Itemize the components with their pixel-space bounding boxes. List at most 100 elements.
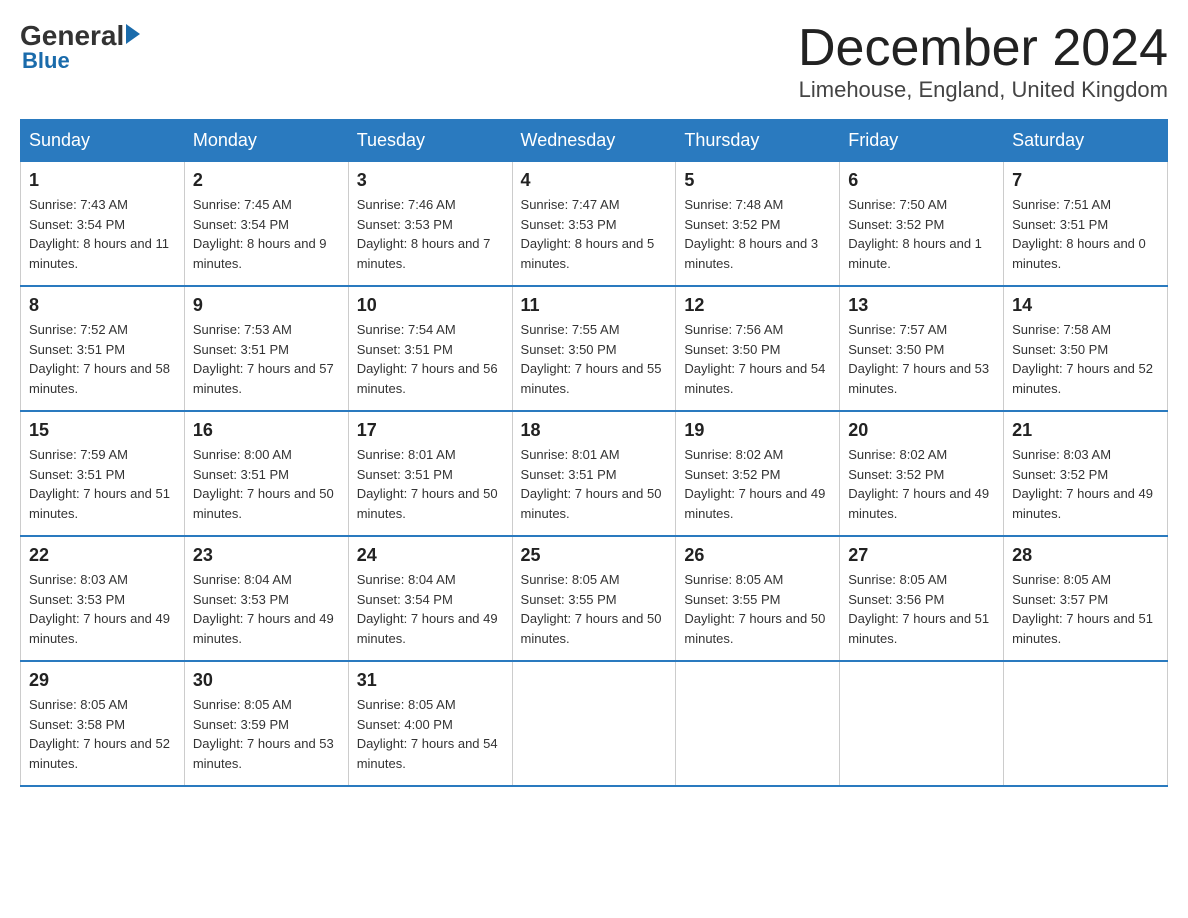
day-info: Sunrise: 8:00 AMSunset: 3:51 PMDaylight:… [193, 445, 340, 523]
calendar-day-cell: 13 Sunrise: 7:57 AMSunset: 3:50 PMDaylig… [840, 286, 1004, 411]
day-number: 24 [357, 545, 504, 566]
day-header-wednesday: Wednesday [512, 120, 676, 162]
day-info: Sunrise: 7:47 AMSunset: 3:53 PMDaylight:… [521, 195, 668, 273]
day-number: 11 [521, 295, 668, 316]
calendar-day-cell: 25 Sunrise: 8:05 AMSunset: 3:55 PMDaylig… [512, 536, 676, 661]
day-number: 31 [357, 670, 504, 691]
day-info: Sunrise: 7:52 AMSunset: 3:51 PMDaylight:… [29, 320, 176, 398]
calendar-day-cell: 2 Sunrise: 7:45 AMSunset: 3:54 PMDayligh… [184, 162, 348, 287]
day-number: 7 [1012, 170, 1159, 191]
page-header: General Blue December 2024 Limehouse, En… [20, 20, 1168, 103]
day-header-sunday: Sunday [21, 120, 185, 162]
day-info: Sunrise: 7:48 AMSunset: 3:52 PMDaylight:… [684, 195, 831, 273]
day-info: Sunrise: 7:45 AMSunset: 3:54 PMDaylight:… [193, 195, 340, 273]
day-number: 16 [193, 420, 340, 441]
calendar-week-row: 29 Sunrise: 8:05 AMSunset: 3:58 PMDaylig… [21, 661, 1168, 786]
day-number: 8 [29, 295, 176, 316]
day-info: Sunrise: 8:01 AMSunset: 3:51 PMDaylight:… [357, 445, 504, 523]
day-info: Sunrise: 8:05 AMSunset: 3:59 PMDaylight:… [193, 695, 340, 773]
calendar-day-cell: 9 Sunrise: 7:53 AMSunset: 3:51 PMDayligh… [184, 286, 348, 411]
day-number: 27 [848, 545, 995, 566]
calendar-day-cell: 28 Sunrise: 8:05 AMSunset: 3:57 PMDaylig… [1004, 536, 1168, 661]
day-info: Sunrise: 8:05 AMSunset: 3:58 PMDaylight:… [29, 695, 176, 773]
day-number: 5 [684, 170, 831, 191]
day-number: 25 [521, 545, 668, 566]
day-number: 26 [684, 545, 831, 566]
calendar-day-cell: 19 Sunrise: 8:02 AMSunset: 3:52 PMDaylig… [676, 411, 840, 536]
day-info: Sunrise: 8:02 AMSunset: 3:52 PMDaylight:… [684, 445, 831, 523]
calendar-day-cell: 15 Sunrise: 7:59 AMSunset: 3:51 PMDaylig… [21, 411, 185, 536]
day-number: 3 [357, 170, 504, 191]
day-info: Sunrise: 7:51 AMSunset: 3:51 PMDaylight:… [1012, 195, 1159, 273]
day-number: 28 [1012, 545, 1159, 566]
day-number: 13 [848, 295, 995, 316]
calendar-day-cell: 11 Sunrise: 7:55 AMSunset: 3:50 PMDaylig… [512, 286, 676, 411]
day-number: 10 [357, 295, 504, 316]
day-number: 18 [521, 420, 668, 441]
calendar-day-cell: 21 Sunrise: 8:03 AMSunset: 3:52 PMDaylig… [1004, 411, 1168, 536]
day-info: Sunrise: 8:03 AMSunset: 3:53 PMDaylight:… [29, 570, 176, 648]
month-title: December 2024 [798, 20, 1168, 77]
day-header-thursday: Thursday [676, 120, 840, 162]
day-header-friday: Friday [840, 120, 1004, 162]
day-info: Sunrise: 8:05 AMSunset: 3:56 PMDaylight:… [848, 570, 995, 648]
calendar-day-cell: 8 Sunrise: 7:52 AMSunset: 3:51 PMDayligh… [21, 286, 185, 411]
day-info: Sunrise: 7:59 AMSunset: 3:51 PMDaylight:… [29, 445, 176, 523]
day-number: 9 [193, 295, 340, 316]
day-info: Sunrise: 8:01 AMSunset: 3:51 PMDaylight:… [521, 445, 668, 523]
day-number: 4 [521, 170, 668, 191]
logo-blue-text: Blue [22, 48, 70, 74]
calendar-day-cell: 17 Sunrise: 8:01 AMSunset: 3:51 PMDaylig… [348, 411, 512, 536]
calendar-day-cell: 29 Sunrise: 8:05 AMSunset: 3:58 PMDaylig… [21, 661, 185, 786]
calendar-day-cell: 1 Sunrise: 7:43 AMSunset: 3:54 PMDayligh… [21, 162, 185, 287]
logo-arrow-icon [126, 24, 140, 44]
calendar-empty-cell [512, 661, 676, 786]
calendar-week-row: 15 Sunrise: 7:59 AMSunset: 3:51 PMDaylig… [21, 411, 1168, 536]
calendar-day-cell: 23 Sunrise: 8:04 AMSunset: 3:53 PMDaylig… [184, 536, 348, 661]
day-info: Sunrise: 8:05 AMSunset: 4:00 PMDaylight:… [357, 695, 504, 773]
calendar-day-cell: 7 Sunrise: 7:51 AMSunset: 3:51 PMDayligh… [1004, 162, 1168, 287]
day-number: 21 [1012, 420, 1159, 441]
calendar-day-cell: 20 Sunrise: 8:02 AMSunset: 3:52 PMDaylig… [840, 411, 1004, 536]
calendar-day-cell: 5 Sunrise: 7:48 AMSunset: 3:52 PMDayligh… [676, 162, 840, 287]
day-info: Sunrise: 7:54 AMSunset: 3:51 PMDaylight:… [357, 320, 504, 398]
calendar-week-row: 22 Sunrise: 8:03 AMSunset: 3:53 PMDaylig… [21, 536, 1168, 661]
calendar-table: SundayMondayTuesdayWednesdayThursdayFrid… [20, 119, 1168, 787]
day-info: Sunrise: 8:05 AMSunset: 3:55 PMDaylight:… [684, 570, 831, 648]
day-number: 1 [29, 170, 176, 191]
day-info: Sunrise: 8:05 AMSunset: 3:57 PMDaylight:… [1012, 570, 1159, 648]
calendar-day-cell: 10 Sunrise: 7:54 AMSunset: 3:51 PMDaylig… [348, 286, 512, 411]
calendar-day-cell: 4 Sunrise: 7:47 AMSunset: 3:53 PMDayligh… [512, 162, 676, 287]
calendar-empty-cell [1004, 661, 1168, 786]
calendar-header-row: SundayMondayTuesdayWednesdayThursdayFrid… [21, 120, 1168, 162]
day-info: Sunrise: 8:03 AMSunset: 3:52 PMDaylight:… [1012, 445, 1159, 523]
day-number: 15 [29, 420, 176, 441]
day-number: 2 [193, 170, 340, 191]
day-info: Sunrise: 8:05 AMSunset: 3:55 PMDaylight:… [521, 570, 668, 648]
calendar-day-cell: 16 Sunrise: 8:00 AMSunset: 3:51 PMDaylig… [184, 411, 348, 536]
calendar-day-cell: 12 Sunrise: 7:56 AMSunset: 3:50 PMDaylig… [676, 286, 840, 411]
day-number: 20 [848, 420, 995, 441]
day-info: Sunrise: 7:55 AMSunset: 3:50 PMDaylight:… [521, 320, 668, 398]
calendar-day-cell: 31 Sunrise: 8:05 AMSunset: 4:00 PMDaylig… [348, 661, 512, 786]
day-info: Sunrise: 7:57 AMSunset: 3:50 PMDaylight:… [848, 320, 995, 398]
day-number: 17 [357, 420, 504, 441]
calendar-empty-cell [840, 661, 1004, 786]
day-info: Sunrise: 7:58 AMSunset: 3:50 PMDaylight:… [1012, 320, 1159, 398]
calendar-day-cell: 14 Sunrise: 7:58 AMSunset: 3:50 PMDaylig… [1004, 286, 1168, 411]
day-header-tuesday: Tuesday [348, 120, 512, 162]
day-info: Sunrise: 7:56 AMSunset: 3:50 PMDaylight:… [684, 320, 831, 398]
day-info: Sunrise: 7:50 AMSunset: 3:52 PMDaylight:… [848, 195, 995, 273]
calendar-day-cell: 30 Sunrise: 8:05 AMSunset: 3:59 PMDaylig… [184, 661, 348, 786]
day-header-monday: Monday [184, 120, 348, 162]
calendar-day-cell: 27 Sunrise: 8:05 AMSunset: 3:56 PMDaylig… [840, 536, 1004, 661]
calendar-day-cell: 3 Sunrise: 7:46 AMSunset: 3:53 PMDayligh… [348, 162, 512, 287]
day-number: 23 [193, 545, 340, 566]
day-number: 12 [684, 295, 831, 316]
day-info: Sunrise: 8:04 AMSunset: 3:53 PMDaylight:… [193, 570, 340, 648]
day-info: Sunrise: 8:02 AMSunset: 3:52 PMDaylight:… [848, 445, 995, 523]
calendar-week-row: 1 Sunrise: 7:43 AMSunset: 3:54 PMDayligh… [21, 162, 1168, 287]
logo: General Blue [20, 20, 140, 74]
calendar-day-cell: 18 Sunrise: 8:01 AMSunset: 3:51 PMDaylig… [512, 411, 676, 536]
calendar-empty-cell [676, 661, 840, 786]
